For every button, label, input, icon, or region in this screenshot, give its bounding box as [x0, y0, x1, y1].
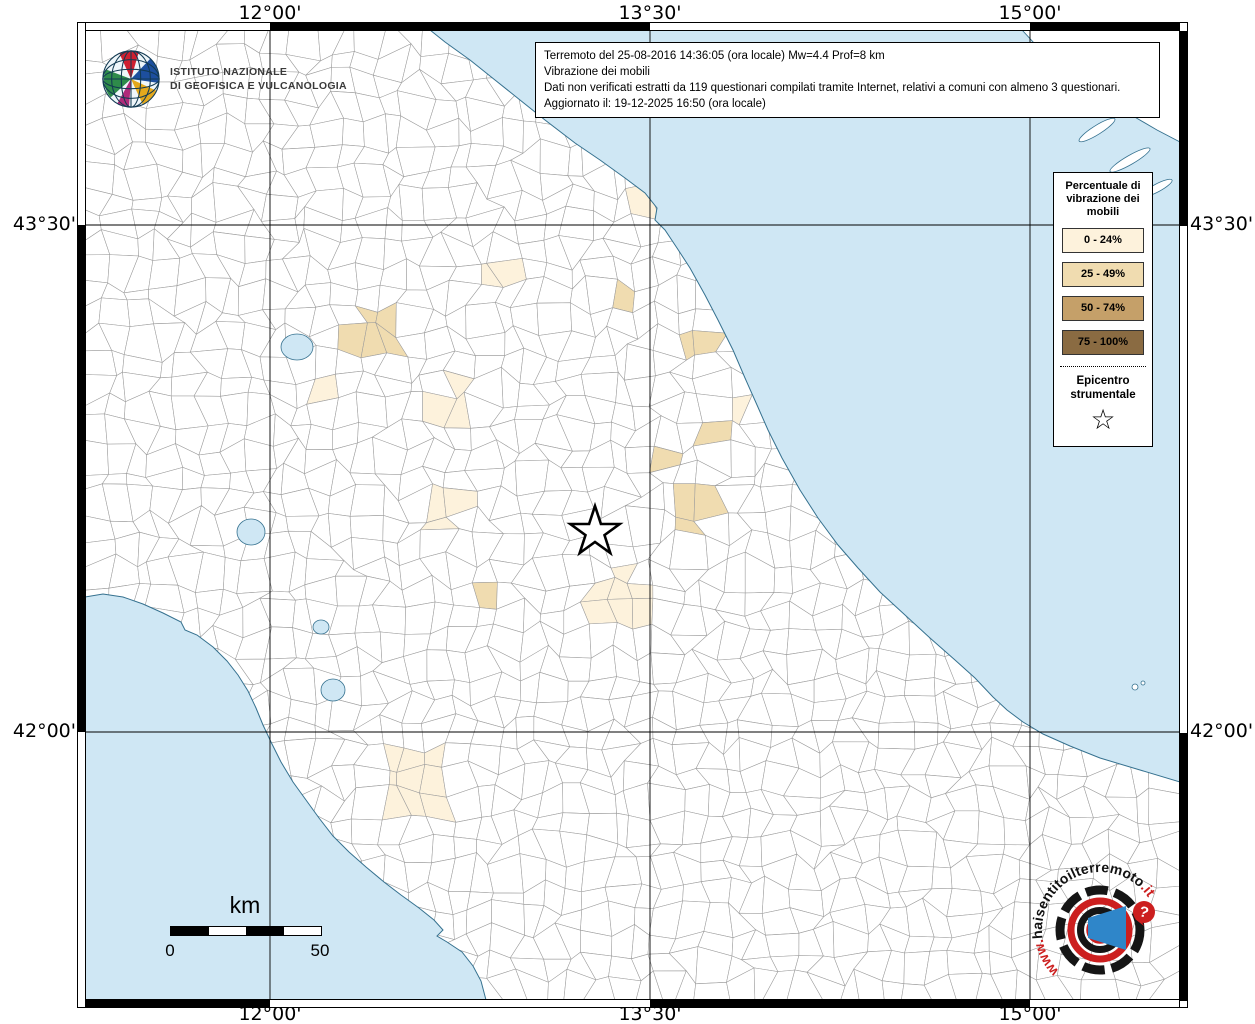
- legend-title: Percentuale di vibrazione dei mobili: [1065, 180, 1141, 218]
- scalebar-end: 50: [310, 941, 330, 960]
- coordinate-label: 42°00': [1190, 720, 1254, 742]
- legend-swatch-75-100: 75 - 100%: [1062, 330, 1144, 355]
- info-line-updated: Aggiornato il: 19-12-2025 16:50 (ora loc…: [544, 98, 766, 110]
- coordinate-label: 42°00': [12, 720, 76, 742]
- legend-swatch-0-24: 0 - 24%: [1062, 228, 1144, 253]
- map-frame-left: [77, 22, 86, 1008]
- info-line-metric: Vibrazione dei mobili: [544, 66, 650, 78]
- legend-star-icon: ☆: [1090, 403, 1116, 436]
- info-line-event: Terremoto del 25-08-2016 14:36:05 (ora l…: [544, 50, 885, 62]
- coordinate-label: 15°00': [998, 2, 1062, 24]
- ingv-name: ISTITUTO NAZIONALE DI GEOFISICA E VULCAN…: [170, 65, 347, 93]
- coordinate-label: 12°00': [238, 2, 302, 24]
- legend-epicenter-label: Epicentro strumentale: [1070, 375, 1136, 401]
- map-page: 12°00' 13°30' 15°00' 12°00' 13°30' 15°00…: [0, 0, 1255, 1024]
- info-line-source: Dati non verificati estratti da 119 ques…: [544, 82, 1121, 94]
- scalebar-start: 0: [165, 941, 175, 960]
- earthquake-info-box: Terremoto del 25-08-2016 14:36:05 (ora l…: [535, 42, 1160, 118]
- legend-swatch-50-74: 50 - 74%: [1062, 296, 1144, 321]
- legend-swatch-25-49: 25 - 49%: [1062, 262, 1144, 287]
- legend-box: Percentuale di vibrazione dei mobili 0 -…: [1053, 172, 1153, 447]
- scalebar-unit: km: [229, 892, 261, 918]
- coordinate-label: 43°30': [12, 213, 76, 235]
- haisentitoilterremoto-logo: ? www.haisentitoilterremoto.it: [1020, 846, 1184, 1009]
- coordinate-label: 13°30': [618, 2, 682, 24]
- legend-divider: [1060, 366, 1146, 367]
- ingv-logo: ISTITUTO NAZIONALE DI GEOFISICA E VULCAN…: [100, 48, 347, 110]
- map-frame-top: [77, 22, 1188, 31]
- coordinate-label: 43°30': [1190, 213, 1254, 235]
- scalebar: [170, 926, 322, 936]
- watermark-target-icon: ? www.haisentitoilterremoto.it: [1029, 859, 1159, 980]
- ingv-globe-icon: [102, 50, 160, 108]
- map-area: [84, 29, 1181, 1001]
- map-canvas: [84, 29, 1181, 1001]
- ingv-name-line2: DI GEOFISICA E VULCANOLOGIA: [170, 80, 347, 92]
- ingv-name-line1: ISTITUTO NAZIONALE: [170, 66, 288, 78]
